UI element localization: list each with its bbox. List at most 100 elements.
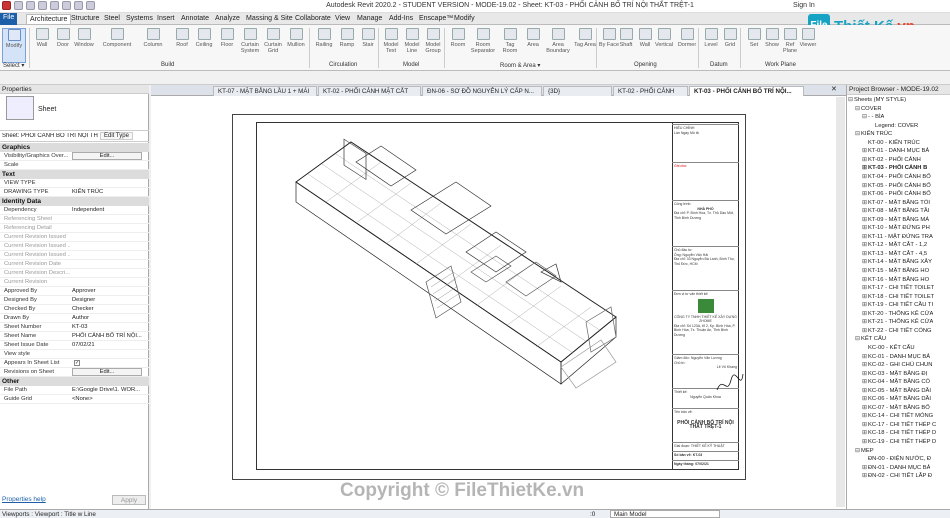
curtain-system-button[interactable]: Curtain System [239, 28, 261, 54]
property-row[interactable]: DRAWING TYPE KIẾN TRÚC [0, 188, 149, 197]
sign-in-link[interactable]: Sign In [793, 2, 815, 9]
property-row[interactable]: Referencing Detail [0, 224, 149, 233]
tab-structure[interactable]: Structure [68, 14, 102, 23]
category-identity-data[interactable]: Identity Data [0, 197, 149, 206]
component-button[interactable]: Component [102, 28, 132, 48]
save-icon[interactable] [26, 1, 35, 10]
close-tab-icon[interactable]: ✕ [831, 85, 837, 93]
measure-icon[interactable] [74, 1, 83, 10]
property-row[interactable]: Referencing Sheet [0, 215, 149, 224]
open-icon[interactable] [14, 1, 23, 10]
3d-view-icon[interactable] [86, 1, 95, 10]
property-value[interactable]: <None> [72, 395, 142, 404]
property-row[interactable]: VIEW TYPE [0, 179, 149, 188]
dormer-button[interactable]: Dormer [676, 28, 698, 48]
door-button[interactable]: Door [52, 28, 74, 48]
tab-kt-02[interactable]: KT-02 - PHỐI CẢNH [613, 86, 688, 96]
property-row[interactable]: Current Revision Descri... [0, 269, 149, 278]
roof-button[interactable]: Roof [171, 28, 193, 48]
vertical-button[interactable]: Vertical [653, 28, 675, 48]
browser-item[interactable]: ⊞ĐN-02 - CHI TIẾT LẮP Đ [862, 472, 932, 481]
window-button[interactable]: Window [73, 28, 95, 48]
model-line-button[interactable]: Model Line [401, 28, 423, 54]
tab-add-ins[interactable]: Add-Ins [386, 14, 416, 23]
property-row[interactable]: Scale [0, 161, 149, 170]
property-row[interactable]: Current Revision Issued ... [0, 242, 149, 251]
instance-selector[interactable]: Sheet: PHỐI CẢNH BỐ TRÍ NỘI THẤT [2, 133, 98, 139]
category-text[interactable]: Text [0, 170, 149, 179]
mullion-button[interactable]: Mullion [285, 28, 307, 48]
edit-button[interactable]: Edit... [72, 368, 142, 376]
property-row[interactable]: Current Revision Issued ... [0, 251, 149, 260]
property-row[interactable]: Current Revision Date [0, 260, 149, 269]
tab-annotate[interactable]: Annotate [178, 14, 212, 23]
area-button[interactable]: Area [522, 28, 544, 48]
property-row[interactable]: Designed By Designer [0, 296, 149, 305]
tab-systems[interactable]: Systems [123, 14, 156, 23]
curtain-grid-button[interactable]: Curtain Grid [262, 28, 284, 54]
tab-3d[interactable]: {3D} [543, 86, 612, 96]
property-row[interactable]: Sheet Number KT-03 [0, 323, 149, 332]
appears-in-sheet-list-checkbox[interactable]: ✓ [74, 360, 80, 366]
column-button[interactable]: Column [142, 28, 164, 48]
properties-help-link[interactable]: Properties help [2, 496, 46, 503]
tab-massing-site[interactable]: Massing & Site [243, 14, 296, 23]
category-graphics[interactable]: Graphics [0, 143, 149, 152]
property-value[interactable]: Approver [72, 287, 142, 296]
property-row[interactable]: Sheet Issue Date 07/02/21 [0, 341, 149, 350]
ramp-button[interactable]: Ramp [336, 28, 358, 48]
undo-icon[interactable] [38, 1, 47, 10]
tab-analyze[interactable]: Analyze [212, 14, 243, 23]
tab-architecture[interactable]: Architecture [26, 14, 72, 24]
property-row[interactable]: Current Revision Issued [0, 233, 149, 242]
ceiling-button[interactable]: Ceiling [193, 28, 215, 48]
property-row[interactable]: File Path E:\Google Drive\1. WOR... [0, 386, 149, 395]
tab-kt-03[interactable]: KT-03 - PHỐI CẢNH BỐ TRÍ NỘI... [689, 86, 804, 96]
property-value[interactable]: Designer [72, 296, 142, 305]
property-row[interactable]: Revisions on Sheet Edit... [0, 368, 149, 377]
area-boundary-button[interactable]: Area Boundary [545, 28, 571, 54]
tab-collaborate[interactable]: Collaborate [292, 14, 334, 23]
property-row[interactable]: Dependency Independent [0, 206, 149, 215]
revit-logo-icon[interactable] [2, 1, 11, 10]
tab-insert[interactable]: Insert [154, 14, 178, 23]
property-row[interactable]: Drawn By Author [0, 314, 149, 323]
tab-view[interactable]: View [332, 14, 353, 23]
redo-icon[interactable] [50, 1, 59, 10]
tag-area-button[interactable]: Tag Area [574, 28, 596, 48]
model-text-button[interactable]: Model Text [380, 28, 402, 54]
floor-button[interactable]: Floor [216, 28, 238, 48]
stair-button[interactable]: Stair [357, 28, 379, 48]
property-value[interactable]: KIẾN TRÚC [72, 188, 142, 197]
property-row[interactable]: Current Revision [0, 278, 149, 287]
viewer-button[interactable]: Viewer [797, 28, 819, 48]
edit-button[interactable]: Edit... [72, 152, 142, 160]
tab-dn-06[interactable]: ĐN-06 - SƠ ĐỒ NGUYÊN LÝ CẤP N... [422, 86, 542, 96]
group-room-area[interactable]: Room & Area ▾ [500, 62, 540, 69]
property-row[interactable]: Approved By Approver [0, 287, 149, 296]
tab-kt-02-section[interactable]: KT-02 - PHỐI CẢNH MẶT CẮT [318, 86, 421, 96]
property-row[interactable]: Sheet Name PHỐI CẢNH BỐ TRÍ NỘI... [0, 332, 149, 341]
category-other[interactable]: Other [0, 377, 149, 386]
property-row[interactable]: Checked By Checker [0, 305, 149, 314]
property-value[interactable]: KT-03 [72, 323, 142, 332]
property-value[interactable]: Independent [72, 206, 142, 215]
railing-button[interactable]: Railing [313, 28, 335, 48]
print-icon[interactable] [62, 1, 71, 10]
isometric-floor-plan-view[interactable] [256, 122, 672, 470]
model-group-button[interactable]: Model Group [422, 28, 444, 54]
tab-file[interactable]: File [0, 13, 18, 25]
property-value[interactable]: E:\Google Drive\1. WOR... [72, 386, 142, 395]
model-selector[interactable]: Main Model [610, 510, 720, 518]
wall-button[interactable]: Wall [31, 28, 53, 48]
tag-room-button[interactable]: Tag Room [499, 28, 521, 54]
modify-button[interactable]: Modify [2, 28, 26, 63]
view-scrollbar[interactable] [836, 97, 845, 507]
property-value[interactable]: Checker [72, 305, 142, 314]
property-value[interactable]: Author [72, 314, 142, 323]
room-button[interactable]: Room [447, 28, 469, 48]
group-select[interactable]: Select ▾ [3, 62, 24, 69]
tab-kt-07[interactable]: KT-07 - MẶT BẰNG LẦU 1 + MÁI [213, 86, 317, 96]
property-row[interactable]: Visibility/Graphics Over... Edit... [0, 152, 149, 161]
property-value[interactable]: PHỐI CẢNH BỐ TRÍ NỘI... [72, 332, 142, 341]
